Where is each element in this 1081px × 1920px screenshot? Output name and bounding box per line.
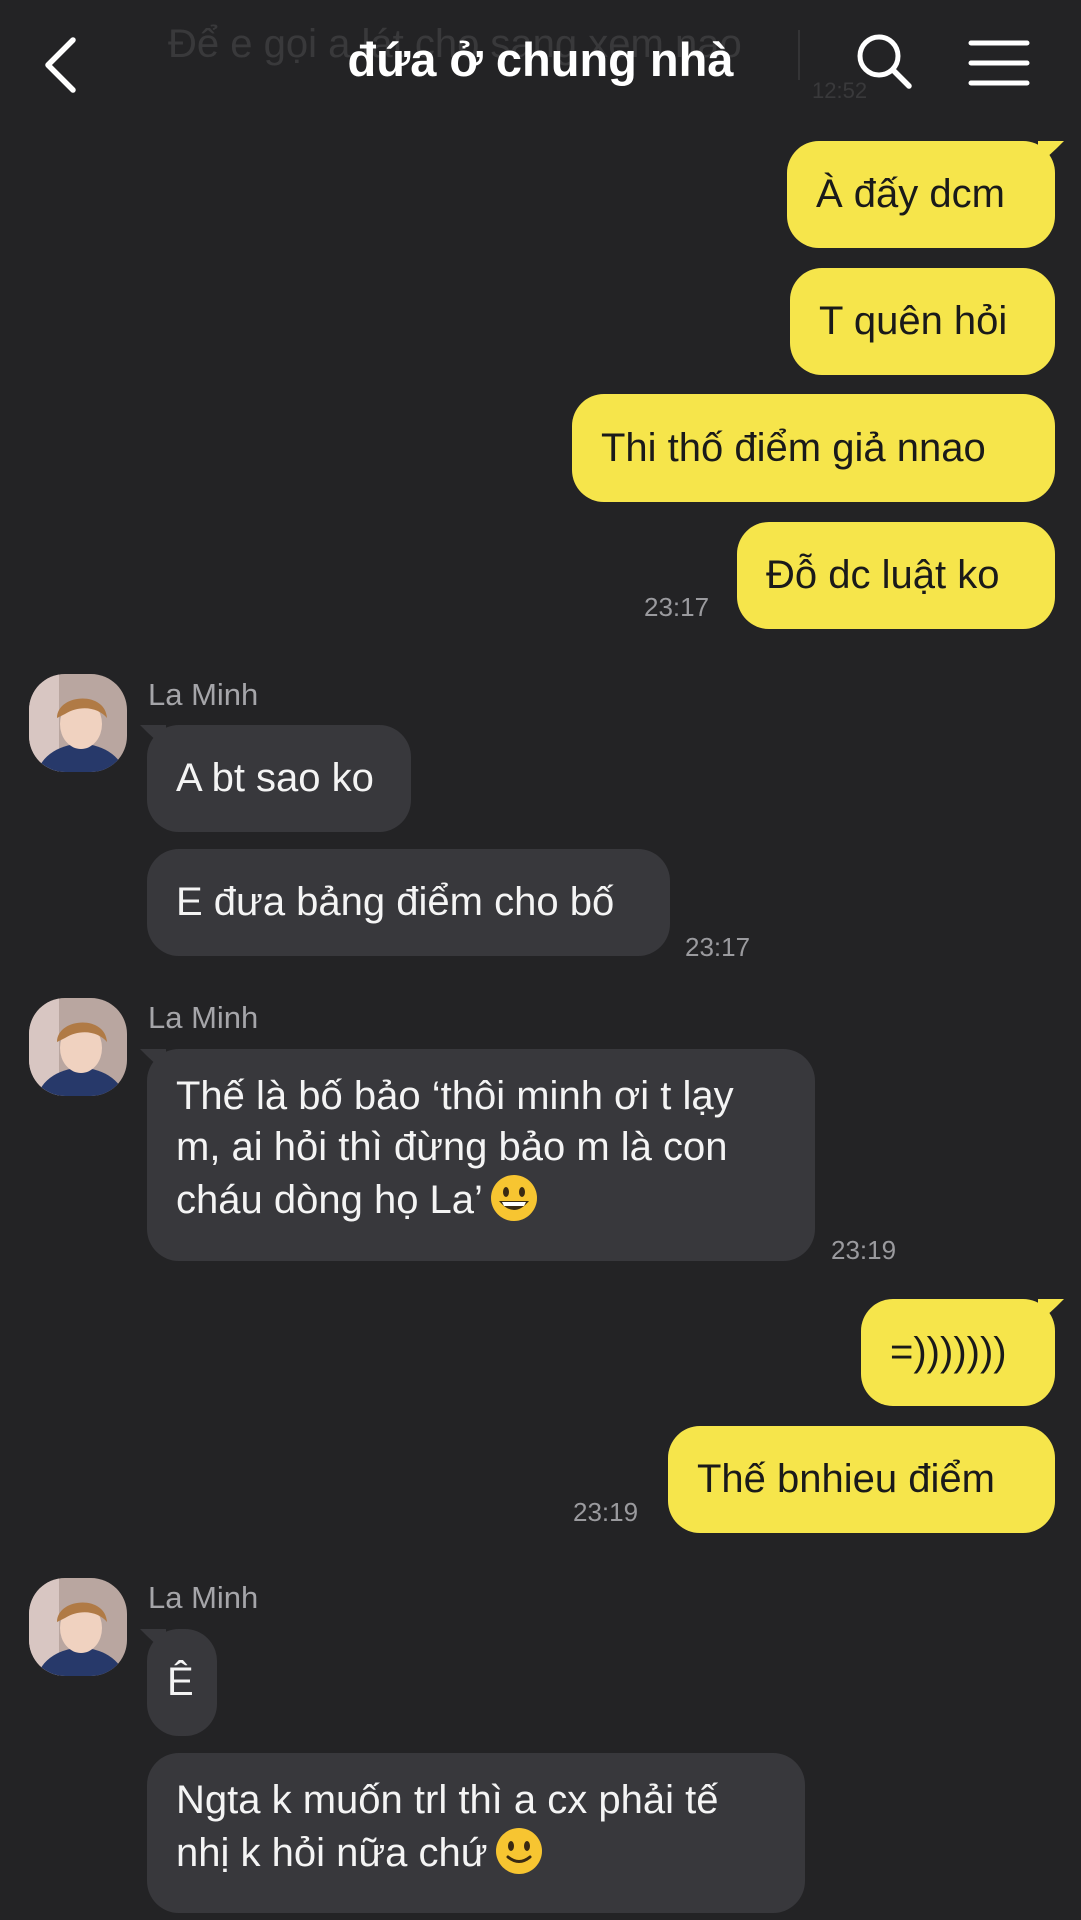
outgoing-message-bubble[interactable]: =))))))) — [861, 1299, 1055, 1406]
profile-photo — [29, 1578, 127, 1676]
incoming-message-bubble[interactable]: Ngta k muốn trl thì a cx phải tế nhị k h… — [147, 1753, 805, 1913]
profile-photo — [29, 998, 127, 1096]
chat-title: đứa ở chung nhà — [347, 33, 734, 86]
incoming-message-bubble[interactable]: E đưa bảng điểm cho bố — [147, 849, 670, 956]
outgoing-message-bubble[interactable]: Thi thố điểm giả nnao — [572, 394, 1055, 502]
outgoing-message-bubble[interactable]: T quên hỏi — [790, 268, 1055, 375]
search-icon — [857, 34, 912, 89]
sender-name: La Minh — [148, 677, 259, 712]
incoming-message-bubble[interactable]: Thế là bố bảo ‘thôi minh ơi t lạy m, ai … — [147, 1049, 815, 1261]
search-button[interactable] — [855, 32, 915, 92]
slightly-smiling-face-icon — [495, 1828, 542, 1874]
message-timestamp: 23:17 — [685, 932, 751, 962]
message-text: Ngta k muốn trl thì a cx phải tế nhị k h… — [176, 1778, 719, 1875]
menu-button[interactable] — [968, 38, 1030, 88]
message-timestamp: 23:19 — [831, 1235, 897, 1265]
chat-header: Để e gọi a lát cho sang xem nao 12:52 đứ… — [0, 0, 1081, 125]
outgoing-message-bubble[interactable]: À đấy dcm — [787, 141, 1055, 248]
incoming-message-bubble[interactable]: Ê — [147, 1629, 217, 1736]
sender-name: La Minh — [148, 1580, 259, 1615]
incoming-message-bubble[interactable]: A bt sao ko — [147, 725, 411, 832]
grinning-face-icon — [490, 1175, 537, 1221]
sender-name: La Minh — [148, 1000, 259, 1035]
message-text: Thế là bố bảo ‘thôi minh ơi t lạy m, ai … — [176, 1074, 734, 1222]
avatar[interactable] — [29, 998, 127, 1096]
hamburger-menu-icon — [968, 40, 1030, 86]
profile-photo — [29, 674, 127, 772]
message-timestamp: 23:17 — [644, 592, 710, 622]
outgoing-message-bubble[interactable]: Đỗ dc luật ko — [737, 522, 1055, 629]
avatar[interactable] — [29, 1578, 127, 1676]
message-timestamp: 23:19 — [573, 1497, 639, 1527]
outgoing-message-bubble[interactable]: Thế bnhieu điểm — [668, 1426, 1055, 1533]
avatar[interactable] — [29, 674, 127, 772]
